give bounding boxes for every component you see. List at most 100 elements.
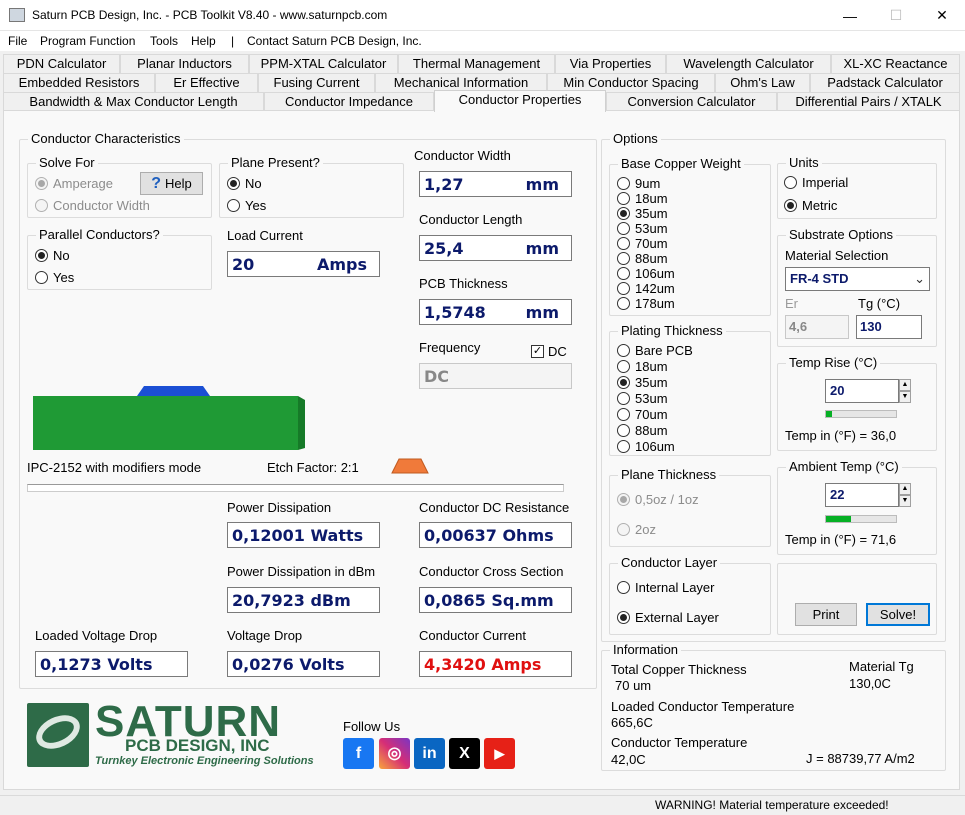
base-copper-radio[interactable]: 88um bbox=[617, 251, 668, 266]
plane-yes-radio[interactable]: Yes bbox=[227, 198, 266, 213]
status-bar: WARNING! Material temperature exceeded! bbox=[0, 795, 965, 815]
solve-width-radio[interactable]: Conductor Width bbox=[35, 198, 150, 213]
group-title: Conductor Layer bbox=[618, 555, 721, 570]
ambient-temp-input[interactable]: 22 bbox=[825, 483, 899, 507]
base-copper-radio[interactable]: 53um bbox=[617, 221, 668, 236]
ambient-progress bbox=[825, 515, 897, 523]
tab-padstack[interactable]: Padstack Calculator bbox=[810, 73, 960, 92]
radio-dot bbox=[617, 440, 630, 453]
tab-er-effective[interactable]: Er Effective bbox=[155, 73, 258, 92]
units-imperial-radio[interactable]: Imperial bbox=[784, 175, 848, 190]
temp-rise-input[interactable]: 20 bbox=[825, 379, 899, 403]
conductor-width-input[interactable]: 1,27 mm bbox=[419, 171, 572, 197]
plating-radio[interactable]: Bare PCB bbox=[617, 343, 693, 358]
conductor-length-input[interactable]: 25,4 mm bbox=[419, 235, 572, 261]
power-dbm-output: 20,7923 dBm bbox=[227, 587, 380, 613]
radio-label: 0,5oz / 1oz bbox=[635, 492, 699, 507]
ambient-down-button[interactable]: ▼ bbox=[899, 495, 911, 507]
follow-us-label: Follow Us bbox=[343, 719, 401, 734]
plating-radio[interactable]: 88um bbox=[617, 423, 668, 438]
plane-thickness-1oz-radio[interactable]: 0,5oz / 1oz bbox=[617, 492, 699, 507]
tab-conversion-calculator[interactable]: Conversion Calculator bbox=[606, 92, 777, 111]
minimize-button[interactable]: — bbox=[827, 0, 873, 31]
tab-embedded-resistors[interactable]: Embedded Resistors bbox=[3, 73, 155, 92]
print-button[interactable]: Print bbox=[795, 603, 857, 626]
tg-input[interactable]: 130 bbox=[856, 315, 922, 339]
material-select[interactable]: FR-4 STD ⌄ bbox=[785, 267, 930, 291]
tab-ppm-xtal[interactable]: PPM-XTAL Calculator bbox=[249, 54, 398, 73]
plating-radio[interactable]: 35um bbox=[617, 375, 668, 390]
base-copper-radio[interactable]: 9um bbox=[617, 176, 660, 191]
internal-layer-radio[interactable]: Internal Layer bbox=[617, 580, 715, 595]
material-tg-label: Material Tg bbox=[849, 659, 914, 674]
youtube-icon[interactable]: ▶ bbox=[484, 738, 515, 769]
solve-button[interactable]: Solve! bbox=[866, 603, 930, 626]
tab-xl-xc[interactable]: XL-XC Reactance bbox=[831, 54, 960, 73]
solve-amperage-radio[interactable]: Amperage bbox=[35, 176, 113, 191]
menu-program-function[interactable]: Program Function bbox=[40, 34, 135, 48]
close-button[interactable]: ✕ bbox=[919, 0, 965, 31]
tab-fusing-current[interactable]: Fusing Current bbox=[258, 73, 375, 92]
radio-dot bbox=[617, 360, 630, 373]
base-copper-radio[interactable]: 178um bbox=[617, 296, 675, 311]
group-title: Base Copper Weight bbox=[618, 156, 744, 171]
dc-checkbox[interactable]: ✓ DC bbox=[531, 344, 567, 359]
facebook-icon[interactable]: f bbox=[343, 738, 374, 769]
tab-via-properties[interactable]: Via Properties bbox=[555, 54, 666, 73]
parallel-yes-radio[interactable]: Yes bbox=[35, 270, 74, 285]
logo-mark bbox=[27, 703, 89, 767]
group-title: Solve For bbox=[36, 155, 98, 170]
external-layer-radio[interactable]: External Layer bbox=[617, 610, 719, 625]
help-button[interactable]: ? Help bbox=[140, 172, 203, 195]
tab-pdn-calculator[interactable]: PDN Calculator bbox=[3, 54, 120, 73]
plating-radio[interactable]: 53um bbox=[617, 391, 668, 406]
temp-rise-down-button[interactable]: ▼ bbox=[899, 391, 911, 403]
radio-dot bbox=[35, 199, 48, 212]
instagram-icon[interactable]: ◎ bbox=[379, 738, 410, 769]
temp-rise-up-button[interactable]: ▲ bbox=[899, 379, 911, 391]
tab-conductor-impedance[interactable]: Conductor Impedance bbox=[264, 92, 434, 111]
radio-dot bbox=[617, 611, 630, 624]
tab-ohms-law[interactable]: Ohm's Law bbox=[715, 73, 810, 92]
value-text: 25,4 bbox=[424, 239, 464, 258]
linkedin-icon[interactable]: in bbox=[414, 738, 445, 769]
base-copper-radio[interactable]: 106um bbox=[617, 266, 675, 281]
er-input[interactable]: 4,6 bbox=[785, 315, 849, 339]
radio-dot bbox=[617, 376, 630, 389]
plane-no-radio[interactable]: No bbox=[227, 176, 262, 191]
base-copper-radio[interactable]: 35um bbox=[617, 206, 668, 221]
base-copper-radio[interactable]: 70um bbox=[617, 236, 668, 251]
tab-conductor-properties[interactable]: Conductor Properties bbox=[434, 90, 606, 112]
app-icon bbox=[9, 8, 25, 22]
radio-dot bbox=[227, 177, 240, 190]
menu-file[interactable]: File bbox=[8, 34, 27, 48]
ambient-up-button[interactable]: ▲ bbox=[899, 483, 911, 495]
base-copper-radio[interactable]: 142um bbox=[617, 281, 675, 296]
temp-rise-progress bbox=[825, 410, 897, 418]
menu-tools[interactable]: Tools bbox=[150, 34, 178, 48]
tab-bandwidth[interactable]: Bandwidth & Max Conductor Length bbox=[3, 92, 264, 111]
parallel-no-radio[interactable]: No bbox=[35, 248, 70, 263]
load-current-input[interactable]: 20 Amps bbox=[227, 251, 380, 277]
x-icon[interactable]: X bbox=[449, 738, 480, 769]
plating-radio[interactable]: 18um bbox=[617, 359, 668, 374]
maximize-button[interactable]: ☐ bbox=[873, 0, 919, 31]
units-metric-radio[interactable]: Metric bbox=[784, 198, 837, 213]
plane-thickness-2oz-radio[interactable]: 2oz bbox=[617, 522, 656, 537]
tab-differential-pairs[interactable]: Differential Pairs / XTALK bbox=[777, 92, 960, 111]
tab-wavelength[interactable]: Wavelength Calculator bbox=[666, 54, 831, 73]
cross-section-label: Conductor Cross Section bbox=[419, 564, 564, 579]
plating-radio[interactable]: 106um bbox=[617, 439, 675, 454]
frequency-input[interactable]: DC bbox=[419, 363, 572, 389]
menu-contact[interactable]: Contact Saturn PCB Design, Inc. bbox=[247, 34, 422, 48]
separator-line bbox=[27, 484, 564, 492]
tab-planar-inductors[interactable]: Planar Inductors bbox=[120, 54, 249, 73]
menu-help[interactable]: Help bbox=[191, 34, 216, 48]
logo-ring bbox=[30, 708, 86, 756]
pcb-thickness-input[interactable]: 1,5748 mm bbox=[419, 299, 572, 325]
plating-radio[interactable]: 70um bbox=[617, 407, 668, 422]
tab-thermal-management[interactable]: Thermal Management bbox=[398, 54, 555, 73]
base-copper-radio[interactable]: 18um bbox=[617, 191, 668, 206]
group-title: Options bbox=[610, 131, 661, 146]
value-text: 20 bbox=[232, 255, 255, 274]
